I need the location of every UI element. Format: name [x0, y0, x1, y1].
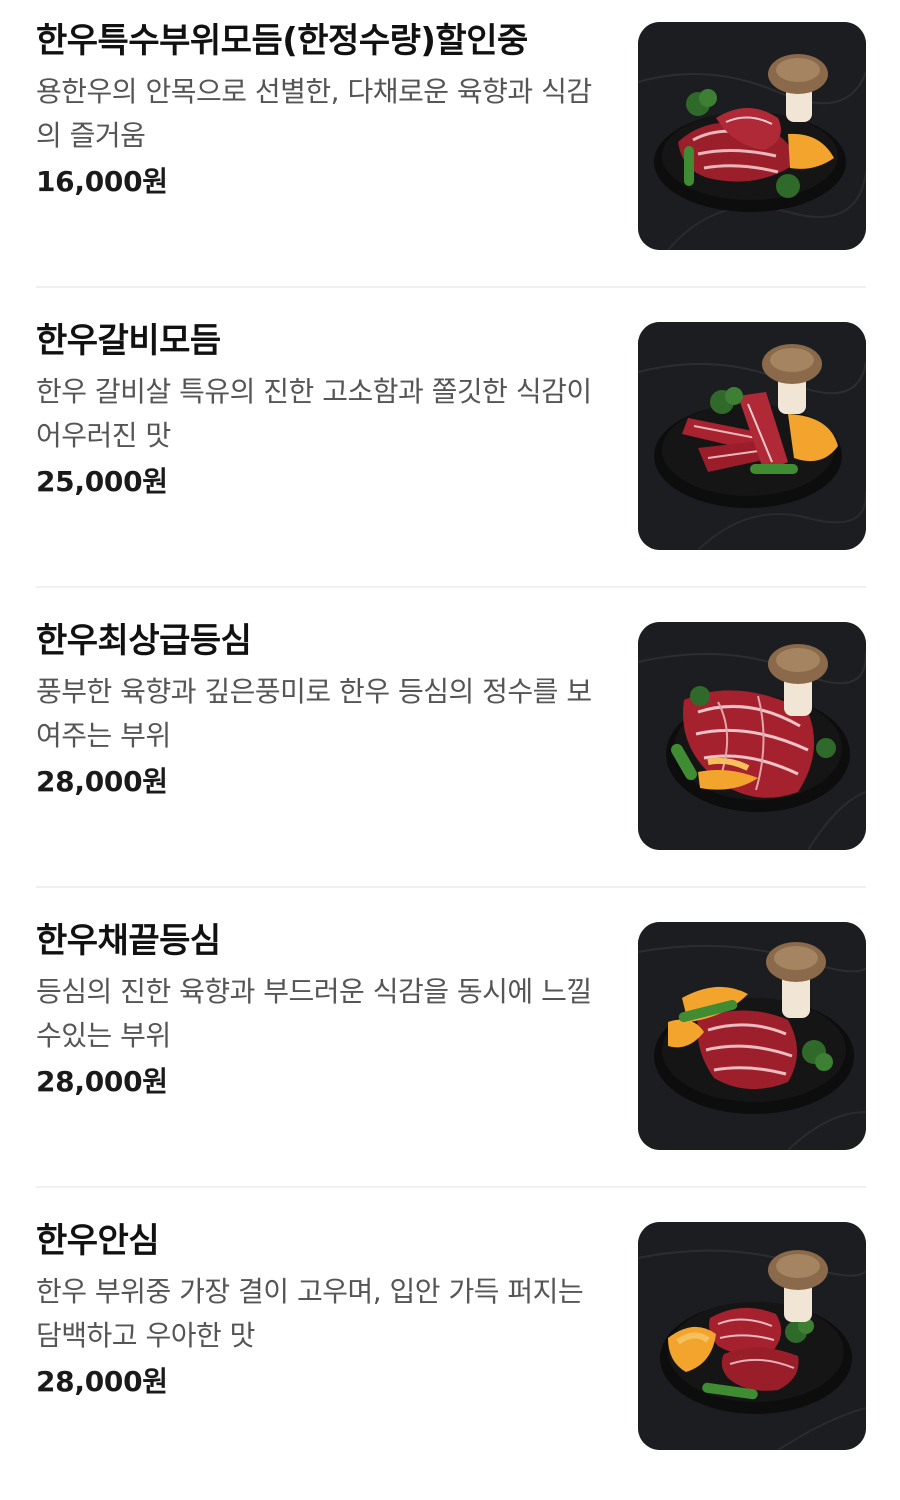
- divider: [36, 886, 866, 888]
- menu-list: 한우특수부위모듬(한정수량)할인중 용한우의 안목으로 선별한, 다채로운 육향…: [0, 0, 900, 1484]
- divider: [36, 286, 866, 288]
- menu-item-name: 한우특수부위모듬(한정수량)할인중: [36, 21, 528, 61]
- menu-item-description: 등심의 진한 육향과 부드러운 식감을 동시에 느낄수있는 부위: [36, 975, 592, 1052]
- menu-item[interactable]: 한우안심 한우 부위중 가장 결이 고우며, 입안 가득 퍼지는 담백하고 우아…: [0, 1200, 900, 1500]
- menu-item-text: 한우특수부위모듬(한정수량)할인중 용한우의 안목으로 선별한, 다채로운 육향…: [36, 18, 616, 204]
- menu-item[interactable]: 한우특수부위모듬(한정수량)할인중 용한우의 안목으로 선별한, 다채로운 육향…: [0, 0, 900, 300]
- menu-item-text: 한우최상급등심 풍부한 육향과 깊은풍미로 한우 등심의 정수를 보여주는 부위…: [36, 618, 616, 804]
- striploin-plate-photo[interactable]: [638, 922, 866, 1150]
- menu-item-description: 한우 갈비살 특유의 진한 고소함과 쫄깃한 식감이 어우러진 맛: [36, 375, 592, 452]
- divider: [36, 1186, 866, 1188]
- menu-item-price: 16,000원: [36, 165, 168, 198]
- menu-item[interactable]: 한우최상급등심 풍부한 육향과 깊은풍미로 한우 등심의 정수를 보여주는 부위…: [0, 600, 900, 900]
- sirloin-plate-photo[interactable]: [638, 622, 866, 850]
- menu-item-price: 28,000원: [36, 1365, 168, 1398]
- menu-item-description: 용한우의 안목으로 선별한, 다채로운 육향과 식감의 즐거움: [36, 75, 592, 152]
- menu-item-description: 한우 부위중 가장 결이 고우며, 입안 가득 퍼지는 담백하고 우아한 맛: [36, 1275, 584, 1352]
- marbled-beef-plate-photo[interactable]: [638, 22, 866, 250]
- rib-strips-plate-photo[interactable]: [638, 322, 866, 550]
- menu-item-text: 한우채끝등심 등심의 진한 육향과 부드러운 식감을 동시에 느낄수있는 부위 …: [36, 918, 616, 1104]
- menu-item-name: 한우채끝등심: [36, 921, 221, 961]
- menu-item-price: 28,000원: [36, 1065, 168, 1098]
- menu-item-name: 한우안심: [36, 1221, 160, 1261]
- tenderloin-plate-photo[interactable]: [638, 1222, 866, 1450]
- menu-item-price: 25,000원: [36, 465, 168, 498]
- divider: [36, 586, 866, 588]
- menu-item-name: 한우갈비모듬: [36, 321, 221, 361]
- menu-item-text: 한우갈비모듬 한우 갈비살 특유의 진한 고소함과 쫄깃한 식감이 어우러진 맛…: [36, 318, 616, 504]
- menu-item-price: 28,000원: [36, 765, 168, 798]
- menu-item-text: 한우안심 한우 부위중 가장 결이 고우며, 입안 가득 퍼지는 담백하고 우아…: [36, 1218, 616, 1404]
- menu-item[interactable]: 한우갈비모듬 한우 갈비살 특유의 진한 고소함과 쫄깃한 식감이 어우러진 맛…: [0, 300, 900, 600]
- menu-item[interactable]: 한우채끝등심 등심의 진한 육향과 부드러운 식감을 동시에 느낄수있는 부위 …: [0, 900, 900, 1200]
- menu-item-name: 한우최상급등심: [36, 621, 252, 661]
- menu-item-description: 풍부한 육향과 깊은풍미로 한우 등심의 정수를 보여주는 부위: [36, 675, 592, 752]
